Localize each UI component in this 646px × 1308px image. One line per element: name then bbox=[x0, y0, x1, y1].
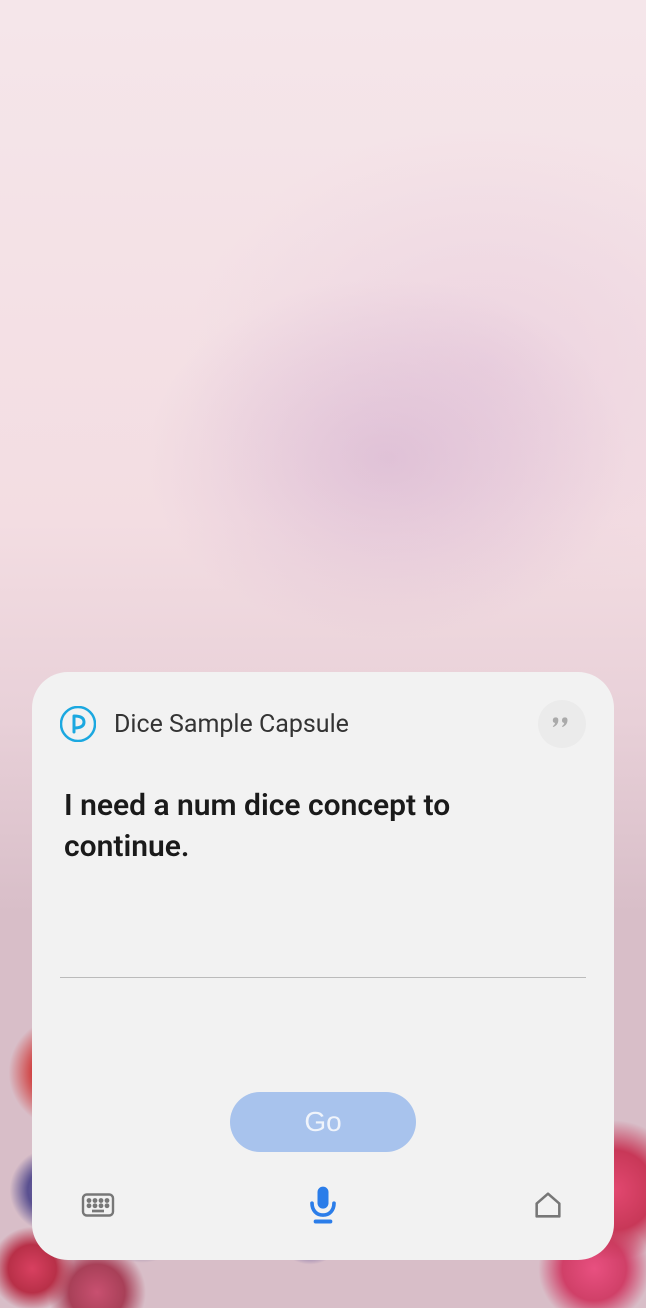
quote-button[interactable] bbox=[538, 700, 586, 748]
microphone-button[interactable] bbox=[297, 1180, 349, 1232]
bottom-bar bbox=[60, 1162, 586, 1240]
keyboard-button[interactable] bbox=[76, 1184, 120, 1228]
bixby-icon bbox=[60, 706, 96, 742]
assistant-message: I need a num dice concept to continue. bbox=[60, 786, 586, 867]
action-area: Go bbox=[60, 978, 586, 1162]
assistant-card: Dice Sample Capsule I need a num dice co… bbox=[32, 672, 614, 1260]
keyboard-icon bbox=[80, 1187, 116, 1226]
card-header: Dice Sample Capsule bbox=[60, 700, 586, 748]
capsule-name: Dice Sample Capsule bbox=[114, 710, 349, 739]
quote-icon bbox=[551, 709, 573, 740]
go-button[interactable]: Go bbox=[230, 1092, 415, 1152]
home-icon bbox=[531, 1188, 565, 1225]
header-left: Dice Sample Capsule bbox=[60, 706, 349, 742]
microphone-icon bbox=[301, 1183, 345, 1230]
home-button[interactable] bbox=[526, 1184, 570, 1228]
